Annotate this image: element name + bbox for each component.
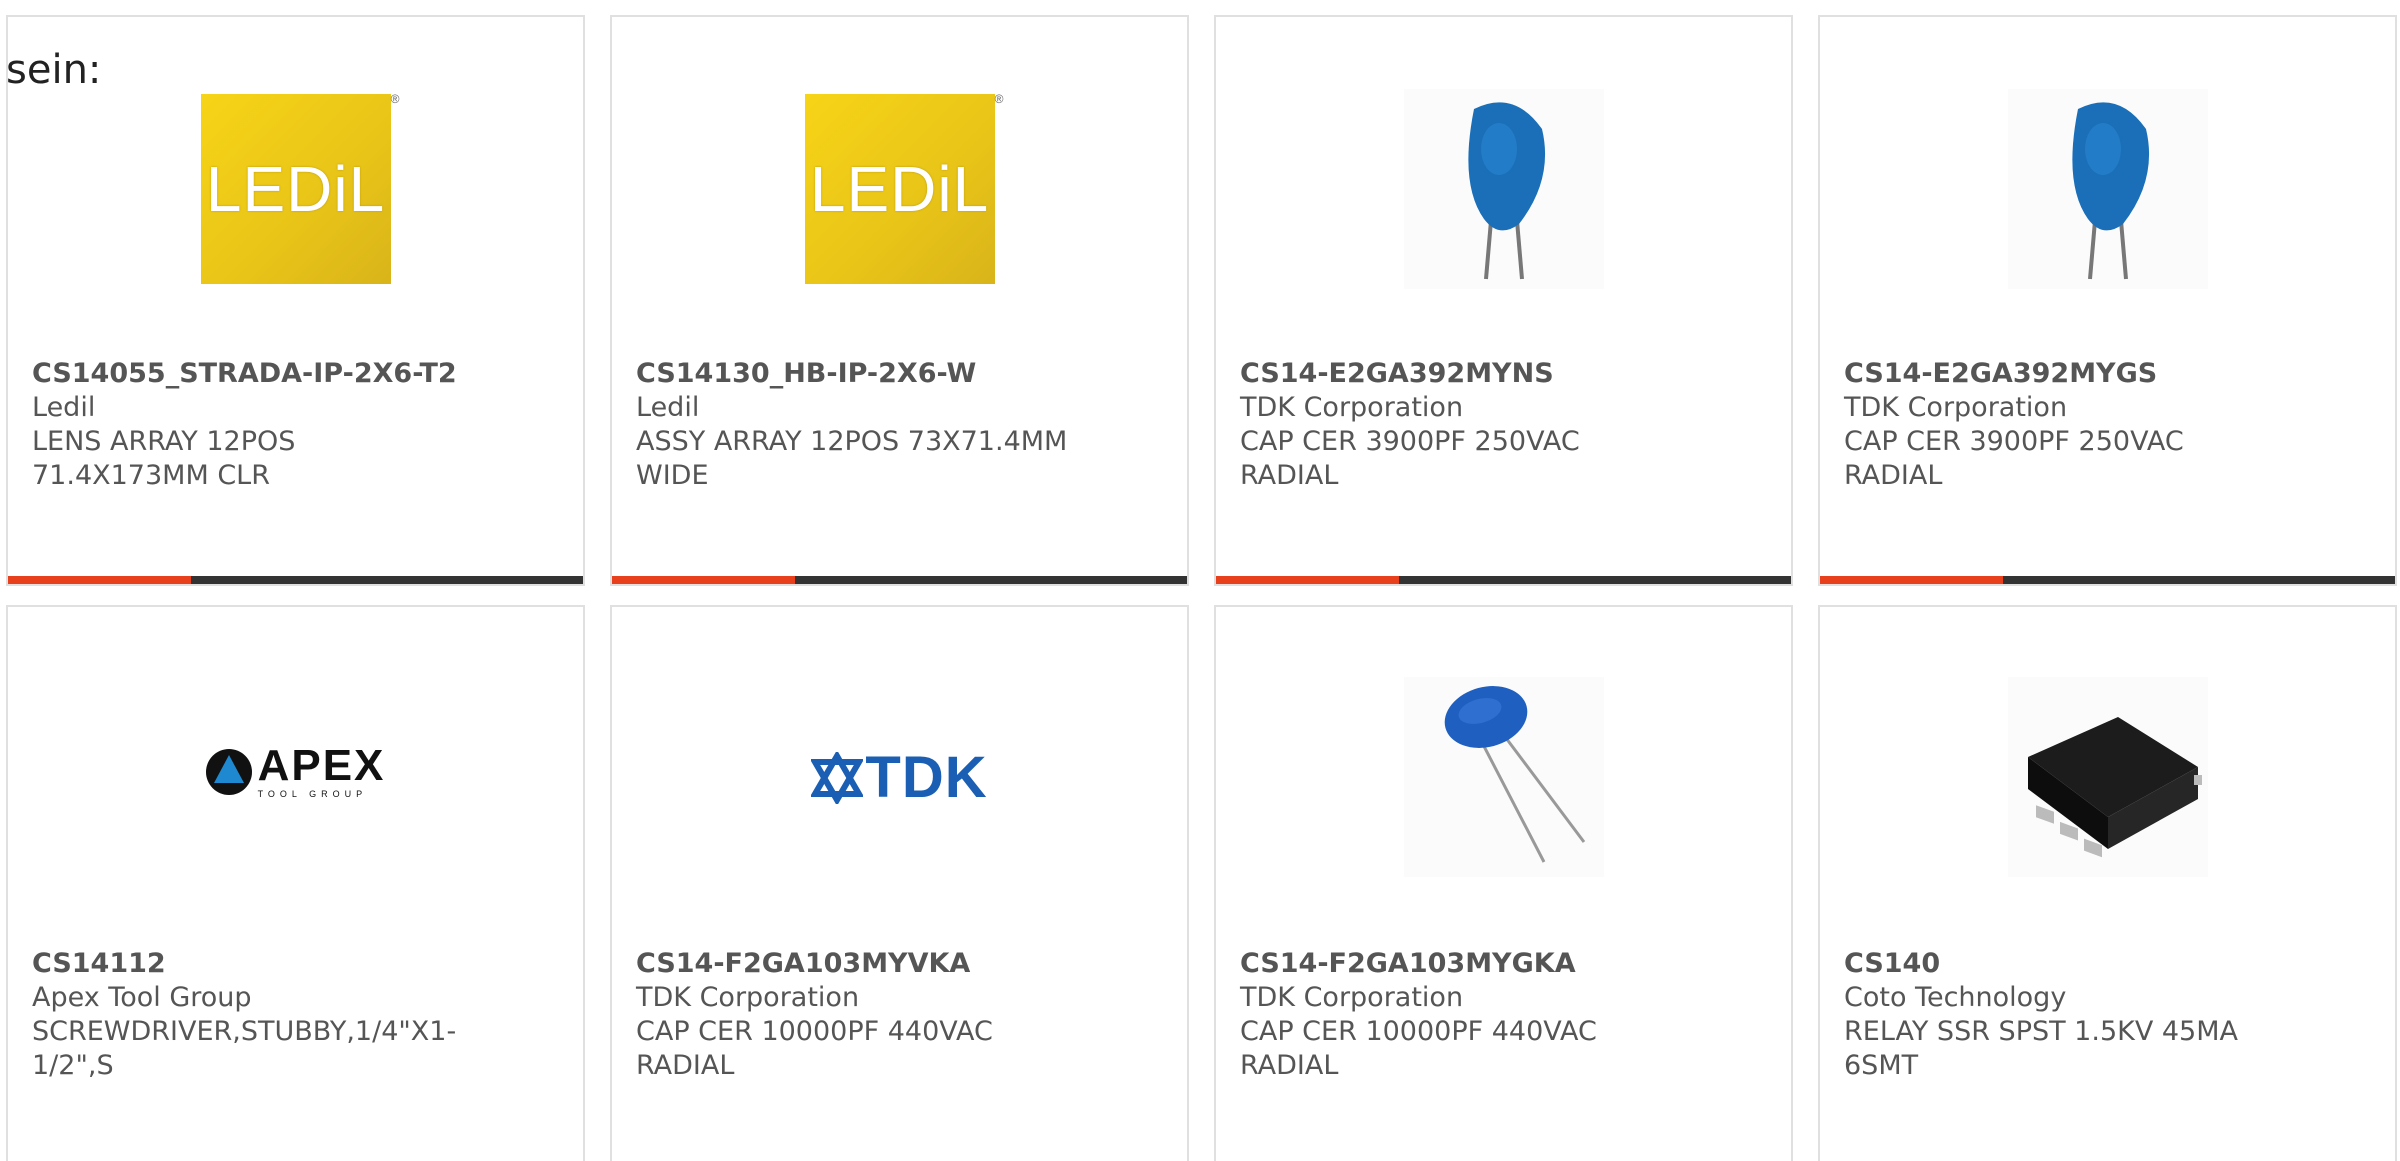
product-info: CS14-E2GA392MYGS TDK Corporation CAP CER… xyxy=(1844,357,2371,493)
product-part-number[interactable]: CS14-F2GA103MYGKA xyxy=(1240,947,1767,981)
card-bottom-bar xyxy=(612,576,1187,584)
product-manufacturer: TDK Corporation xyxy=(1240,392,1464,423)
card-bottom-bar xyxy=(1820,576,2395,584)
product-part-number[interactable]: CS14-E2GA392MYNS xyxy=(1240,357,1767,391)
product-card[interactable]: CS14-E2GA392MYNS TDK Corporation CAP CER… xyxy=(1214,15,1793,586)
product-manufacturer: TDK Corporation xyxy=(636,982,860,1013)
product-info: CS140 Coto Technology RELAY SSR SPST 1.5… xyxy=(1844,947,2371,1083)
product-image[interactable]: APEX TOOL GROUP xyxy=(8,669,583,919)
product-card[interactable]: CS14-E2GA392MYGS TDK Corporation CAP CER… xyxy=(1818,15,2397,586)
product-description: CAP CER 3900PF 250VAC RADIAL xyxy=(1844,426,2184,491)
card-accent-bar xyxy=(1216,576,1399,584)
product-part-number[interactable]: CS14-E2GA392MYGS xyxy=(1844,357,2371,391)
product-info: CS14-F2GA103MYVKA TDK Corporation CAP CE… xyxy=(636,947,1163,1083)
product-image[interactable]: LEDiL ® xyxy=(612,79,1187,329)
product-info: CS14112 Apex Tool Group SCREWDRIVER,STUB… xyxy=(32,947,559,1083)
product-description: CAP CER 10000PF 440VAC RADIAL xyxy=(636,1016,993,1081)
product-part-number[interactable]: CS14130_HB-IP-2X6-W xyxy=(636,357,1163,391)
card-accent-bar xyxy=(8,576,191,584)
product-card[interactable]: LEDiL ® CS14130_HB-IP-2X6-W Ledil ASSY A… xyxy=(610,15,1189,586)
product-manufacturer: Ledil xyxy=(32,392,96,423)
product-image[interactable] xyxy=(1216,79,1791,329)
ceramic-capacitor-icon xyxy=(2007,89,2208,289)
product-info: CS14-E2GA392MYNS TDK Corporation CAP CER… xyxy=(1240,357,1767,493)
product-part-number[interactable]: CS140 xyxy=(1844,947,2371,981)
product-info: CS14-F2GA103MYGKA TDK Corporation CAP CE… xyxy=(1240,947,1767,1083)
intro-text: sein: xyxy=(6,47,102,93)
smt-relay-icon xyxy=(2007,677,2208,877)
product-manufacturer: Coto Technology xyxy=(1844,982,2067,1013)
product-manufacturer: Apex Tool Group xyxy=(32,982,252,1013)
product-card[interactable]: APEX TOOL GROUP CS14112 Apex Tool Group … xyxy=(6,605,585,1161)
product-card[interactable]: LEDiL ® CS14055_STRADA-IP-2X6-T2 Ledil L… xyxy=(6,15,585,586)
product-manufacturer: TDK Corporation xyxy=(1240,982,1464,1013)
ceramic-capacitor-icon xyxy=(1403,89,1604,289)
product-image[interactable] xyxy=(1216,669,1791,919)
ledil-logo-icon: LEDiL ® xyxy=(200,92,400,284)
product-info: CS14055_STRADA-IP-2X6-T2 Ledil LENS ARRA… xyxy=(32,357,559,493)
card-accent-bar xyxy=(612,576,795,584)
tdk-logo-icon: TDK xyxy=(811,744,987,811)
product-card[interactable]: CS14-F2GA103MYGKA TDK Corporation CAP CE… xyxy=(1214,605,1793,1161)
product-description: ASSY ARRAY 12POS 73X71.4MM WIDE xyxy=(636,426,1068,491)
product-image[interactable]: TDK xyxy=(612,669,1187,919)
ledil-logo-icon: LEDiL ® xyxy=(804,92,1004,284)
disc-capacitor-icon xyxy=(1403,677,1604,877)
product-card[interactable]: TDK CS14-F2GA103MYVKA TDK Corporation CA… xyxy=(610,605,1189,1161)
page: sein: LEDiL ® CS14055_STRADA-IP-2X6-T2 L… xyxy=(0,0,2400,1161)
product-description: LENS ARRAY 12POS 71.4X173MM CLR xyxy=(32,426,296,491)
product-image[interactable]: LEDiL ® xyxy=(8,79,583,329)
tdk-emblem-icon xyxy=(811,751,864,804)
product-part-number[interactable]: CS14112 xyxy=(32,947,559,981)
product-description: RELAY SSR SPST 1.5KV 45MA 6SMT xyxy=(1844,1016,2239,1081)
product-image[interactable] xyxy=(1820,669,2395,919)
card-bottom-bar xyxy=(8,576,583,584)
apex-triangle-icon xyxy=(205,748,252,795)
card-accent-bar xyxy=(1820,576,2003,584)
product-info: CS14130_HB-IP-2X6-W Ledil ASSY ARRAY 12P… xyxy=(636,357,1163,493)
product-description: CAP CER 3900PF 250VAC RADIAL xyxy=(1240,426,1580,491)
product-part-number[interactable]: CS14-F2GA103MYVKA xyxy=(636,947,1163,981)
product-image[interactable] xyxy=(1820,79,2395,329)
product-manufacturer: Ledil xyxy=(636,392,700,423)
product-description: SCREWDRIVER,STUBBY,1/4"X1-1/2",S xyxy=(32,1016,457,1081)
product-part-number[interactable]: CS14055_STRADA-IP-2X6-T2 xyxy=(32,357,559,391)
product-description: CAP CER 10000PF 440VAC RADIAL xyxy=(1240,1016,1597,1081)
apex-logo-icon: APEX TOOL GROUP xyxy=(205,744,386,799)
card-bottom-bar xyxy=(1216,576,1791,584)
product-manufacturer: TDK Corporation xyxy=(1844,392,2068,423)
product-card[interactable]: CS140 Coto Technology RELAY SSR SPST 1.5… xyxy=(1818,605,2397,1161)
